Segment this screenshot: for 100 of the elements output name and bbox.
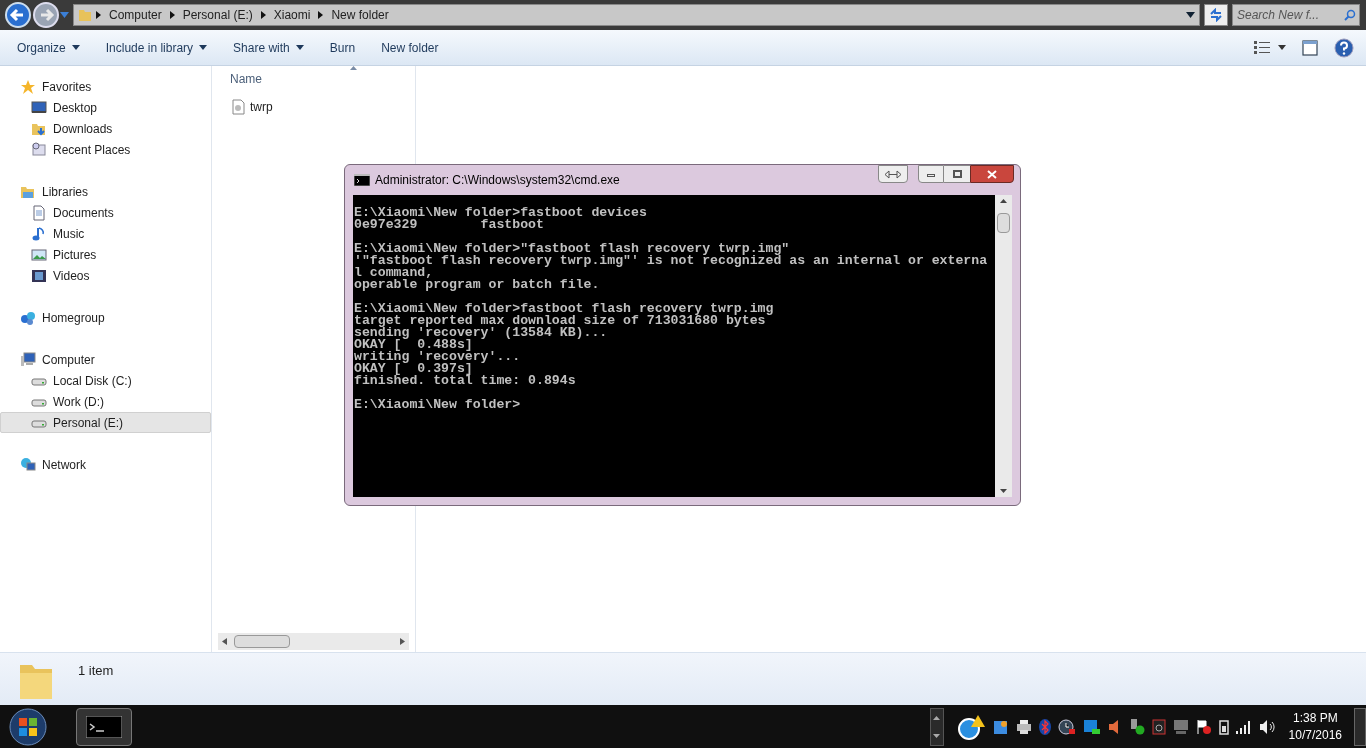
up-arrow-icon[interactable] — [933, 715, 941, 720]
resize-button[interactable] — [878, 165, 908, 183]
star-icon — [20, 78, 36, 95]
console-line: finished. total time: 0.894s — [354, 375, 577, 387]
monitor-icon[interactable] — [1172, 718, 1189, 735]
view-options-icon[interactable] — [1254, 40, 1270, 55]
sidebar-item[interactable]: Videos — [0, 265, 211, 286]
forward-icon[interactable] — [32, 1, 60, 29]
breadcrumb-arrow-icon[interactable] — [260, 11, 266, 19]
help-icon[interactable] — [1334, 37, 1354, 58]
toolbar-button[interactable]: Include in library — [94, 34, 219, 61]
sidebar-item[interactable]: Music — [0, 223, 211, 244]
breadcrumb[interactable]: Computer — [109, 6, 162, 24]
dropdown-arrow-icon — [71, 45, 80, 50]
scroll-up-icon[interactable] — [1000, 199, 1007, 203]
search-field[interactable]: Search New f... — [1232, 4, 1360, 26]
toolbar-button[interactable]: New folder — [370, 34, 450, 61]
remote-icon[interactable] — [1082, 718, 1101, 735]
console-line: '"fastboot flash recovery twrp.img"' is not recognized as an internal or externa — [354, 255, 989, 267]
sidebar-item[interactable]: Documents — [0, 202, 211, 223]
window-title: Administrator: C:\Windows\system32\cmd.exe — [375, 172, 621, 189]
flag-error-icon[interactable] — [1195, 718, 1212, 735]
toolbar-button[interactable]: Burn — [318, 34, 367, 61]
recent-places-icon — [31, 141, 47, 158]
warning-globe-icon[interactable] — [957, 713, 986, 740]
breadcrumb[interactable]: Xiaomi — [273, 6, 311, 24]
refresh-icon — [1209, 8, 1223, 22]
breadcrumb-arrow-icon[interactable] — [318, 11, 324, 19]
camera-icon[interactable] — [1151, 718, 1166, 735]
console-line: E:\Xiaomi\New folder>fastboot devices — [354, 207, 648, 219]
tray-scroller[interactable] — [929, 707, 944, 746]
desktop-icon — [31, 99, 47, 116]
network-icon — [20, 456, 36, 473]
sidebar-item[interactable]: Computer — [0, 349, 211, 370]
breadcrumb-arrow-icon[interactable] — [169, 11, 175, 19]
sidebar-item[interactable]: Personal (E:) — [0, 412, 211, 433]
dropdown-arrow-icon[interactable] — [1186, 12, 1195, 18]
toolbar-button[interactable]: Share with — [222, 34, 315, 61]
sidebar-item[interactable]: Work (D:) — [0, 391, 211, 412]
usb-check-icon[interactable] — [1128, 718, 1145, 735]
sidebar-item[interactable]: Downloads — [0, 118, 211, 139]
console-line: writing 'recovery'... — [354, 351, 522, 363]
windows-logo-icon — [9, 707, 47, 746]
console-line: target reported max download size of 713031680 bytes — [354, 315, 766, 327]
taskbar-button[interactable] — [76, 707, 132, 746]
battery-icon[interactable] — [1218, 718, 1229, 735]
scroll-down-icon[interactable] — [1000, 489, 1007, 493]
maximize-button[interactable] — [944, 165, 970, 183]
sidebar-item[interactable]: Desktop — [0, 97, 211, 118]
column-header[interactable]: Name — [230, 70, 262, 90]
console-line: 0e97e329 fastboot — [354, 219, 545, 231]
bluetooth-icon[interactable] — [1038, 718, 1051, 735]
console-line: E:\Xiaomi\New folder>"fastboot flash recovery twrp.img" — [354, 243, 791, 255]
volume-icon[interactable] — [1258, 718, 1277, 735]
scroll-right-icon[interactable] — [400, 638, 405, 645]
vertical-scrollbar[interactable] — [995, 195, 1012, 497]
breadcrumb-arrow-icon[interactable] — [96, 11, 101, 19]
dropdown-arrow-icon[interactable] — [1278, 45, 1286, 50]
music-note-icon — [31, 225, 47, 242]
minimize-button[interactable] — [918, 165, 944, 183]
folder-icon — [78, 8, 92, 22]
sidebar-item[interactable]: Favorites — [0, 76, 211, 97]
film-icon — [31, 267, 47, 284]
document-icon — [31, 204, 47, 221]
sidebar-item[interactable]: Recent Places — [0, 139, 211, 160]
close-button[interactable] — [970, 165, 1014, 183]
sort-arrow-icon — [350, 66, 357, 70]
address-bar[interactable]: Computer Personal (E:) Xiaomi New folder — [73, 4, 1200, 26]
breadcrumb[interactable]: New folder — [331, 6, 389, 24]
printer-icon[interactable] — [1015, 718, 1032, 735]
window-icon[interactable] — [992, 718, 1009, 735]
clock[interactable]: 1:38 PM 10/7/2016 — [1276, 709, 1354, 744]
scrollbar-thumb[interactable] — [997, 213, 1010, 233]
dropdown-arrow-icon — [295, 45, 304, 50]
homegroup-icon — [20, 309, 36, 326]
scroll-left-icon[interactable] — [222, 638, 227, 645]
breadcrumb[interactable]: Personal (E:) — [182, 6, 253, 24]
toolbar-button[interactable]: Organize — [6, 34, 91, 61]
horizontal-scrollbar[interactable] — [218, 633, 409, 650]
scrollbar-thumb[interactable] — [234, 635, 290, 648]
console-line: operable program or batch file. — [354, 279, 601, 291]
sidebar-item[interactable]: Pictures — [0, 244, 211, 265]
back-icon[interactable] — [4, 1, 32, 29]
sidebar-item[interactable]: Libraries — [0, 181, 211, 202]
clock-icon[interactable] — [1057, 718, 1076, 735]
refresh-button[interactable] — [1204, 4, 1228, 26]
search-icon — [1344, 9, 1356, 21]
console-line: OKAY [ 0.397s] — [354, 363, 473, 375]
sidebar-item[interactable]: Local Disk (C:) — [0, 370, 211, 391]
console-line: sending 'recovery' (13584 KB)... — [354, 327, 609, 339]
file-item[interactable]: twrp — [212, 96, 392, 118]
sidebar-item[interactable]: Homegroup — [0, 307, 211, 328]
close-icon — [987, 169, 997, 179]
down-arrow-icon[interactable] — [933, 733, 941, 738]
show-desktop-button[interactable] — [1354, 707, 1366, 746]
sidebar-item[interactable]: Network — [0, 454, 211, 475]
console-icon — [86, 715, 122, 738]
signal-icon[interactable] — [1235, 719, 1252, 734]
preview-pane-icon[interactable] — [1302, 39, 1318, 56]
dropdown-arrow-icon — [199, 45, 208, 50]
